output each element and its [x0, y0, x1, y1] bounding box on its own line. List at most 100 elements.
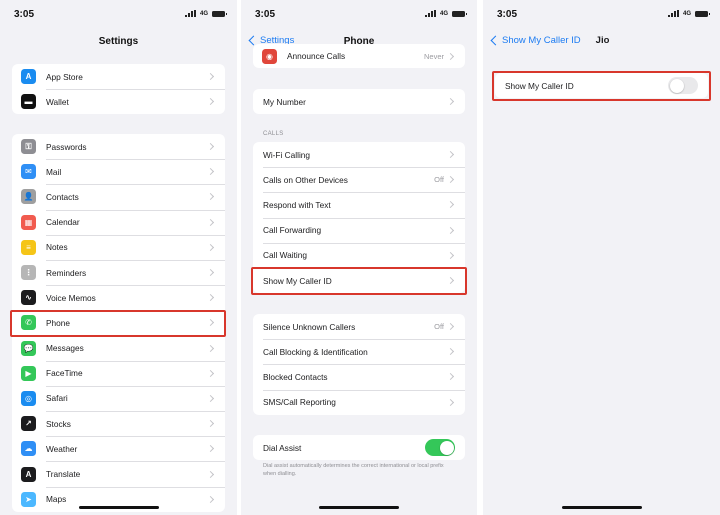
status-time: 3:05: [14, 9, 35, 20]
row-label: Mail: [46, 166, 62, 177]
dial-assist-group: Dial Assist: [253, 435, 465, 461]
chevron-right-icon: [446, 176, 455, 184]
key-icon: ⚿: [21, 139, 36, 155]
row-label: Phone: [46, 317, 70, 328]
settings-row-call-blocking-identification[interactable]: Call Blocking & Identification: [253, 339, 465, 364]
nav-bar: Settings: [0, 28, 237, 54]
dial-assist-toggle[interactable]: [425, 439, 455, 457]
chevron-right-icon: [206, 495, 215, 503]
settings-row-weather[interactable]: ☁ Weather: [12, 436, 225, 461]
calls-section-header: CALLS: [263, 131, 284, 137]
chevron-right-icon: [446, 201, 455, 209]
caller-id-toggle[interactable]: [668, 77, 698, 95]
chevron-right-icon: [206, 98, 215, 106]
settings-row-silence-unknown-callers[interactable]: Silence Unknown Callers Off: [253, 314, 465, 339]
chevron-right-icon: [446, 323, 455, 331]
announce-calls-icon: ◉: [262, 48, 277, 64]
row-label: Call Waiting: [263, 250, 307, 261]
row-label: Announce Calls: [287, 51, 346, 61]
settings-row-notes[interactable]: ≡ Notes: [12, 234, 225, 260]
translate-icon: A: [21, 466, 36, 482]
chevron-right-icon: [446, 251, 455, 259]
row-label: My Number: [263, 96, 306, 107]
settings-row-voice-memos[interactable]: ∿ Voice Memos: [12, 285, 225, 310]
status-time: 3:05: [255, 9, 276, 20]
dial-assist-row: Dial Assist: [253, 435, 465, 460]
phone-settings-screen: 3:05 4G Settings Phone ◉ Announce Calls …: [241, 0, 477, 515]
messages-icon: 💬: [21, 340, 36, 356]
chevron-right-icon: [206, 344, 215, 352]
chevron-right-icon: [206, 319, 215, 327]
row-value: Off: [434, 322, 444, 332]
chevron-right-icon: [206, 168, 215, 176]
chevron-right-icon: [206, 470, 215, 478]
chevron-right-icon: [206, 294, 215, 302]
calendar-icon: ▦: [21, 214, 36, 230]
settings-row-calendar[interactable]: ▦ Calendar: [12, 209, 225, 235]
settings-row-wi-fi-calling[interactable]: Wi-Fi Calling: [253, 142, 465, 167]
settings-row-calls-on-other-devices[interactable]: Calls on Other Devices Off: [253, 167, 465, 192]
chevron-right-icon: [446, 98, 455, 106]
row-label: Messages: [46, 343, 84, 354]
chevron-right-icon: [446, 348, 455, 356]
settings-row-app-store[interactable]: A App Store: [12, 64, 225, 89]
settings-row-contacts[interactable]: 👤 Contacts: [12, 184, 225, 209]
app-store-icon: A: [21, 69, 36, 85]
reminders-icon: ⋮: [21, 265, 36, 281]
chevron-right-icon: [206, 445, 215, 453]
row-label: Show My Caller ID: [505, 80, 574, 91]
settings-row-phone[interactable]: ✆ Phone: [12, 310, 225, 335]
voice-memos-icon: ∿: [21, 290, 36, 306]
settings-row-messages[interactable]: 💬 Messages: [12, 335, 225, 361]
back-button[interactable]: Show My Caller ID Jio: [489, 35, 609, 46]
settings-row-show-my-caller-id[interactable]: Show My Caller ID: [253, 267, 465, 293]
row-label: Blocked Contacts: [263, 371, 328, 382]
settings-row-blocked-contacts[interactable]: Blocked Contacts: [253, 364, 465, 389]
blocking-group: Silence Unknown Callers Off Call Blocking …: [253, 314, 465, 415]
row-label: Safari: [46, 393, 68, 404]
settings-row-sms-call-reporting[interactable]: SMS/Call Reporting: [253, 389, 465, 415]
row-label: Translate: [46, 469, 81, 480]
settings-row-reminders[interactable]: ⋮ Reminders: [12, 259, 225, 285]
settings-row-respond-with-text[interactable]: Respond with Text: [253, 192, 465, 217]
settings-row-stocks[interactable]: ↗ Stocks: [12, 411, 225, 436]
row-label: Contacts: [46, 191, 79, 202]
settings-row-translate[interactable]: A Translate: [12, 461, 225, 486]
nav-bar: Show My Caller ID Jio: [483, 28, 720, 54]
chevron-right-icon: [446, 276, 455, 285]
chevron-left-icon: [490, 35, 501, 46]
battery-icon: [452, 10, 467, 17]
my-number-row[interactable]: My Number: [253, 89, 465, 114]
row-label: Show My Caller ID: [263, 275, 332, 286]
chevron-right-icon: [206, 243, 215, 251]
row-value: Off: [434, 175, 444, 185]
signal-icon: [424, 10, 436, 17]
carrier-title: Jio: [595, 35, 610, 46]
row-label: Call Blocking & Identification: [263, 346, 368, 357]
announce-calls-row[interactable]: ◉ Announce Calls Never: [253, 44, 465, 68]
settings-row-call-forwarding[interactable]: Call Forwarding: [253, 217, 465, 243]
row-label: Reminders: [46, 267, 87, 278]
settings-group-apps: ⚿ Passwords ✉ Mail 👤 Contacts ▦ Calendar ≡ Notes ⋮…: [12, 134, 225, 512]
chevron-right-icon: [206, 268, 215, 277]
row-label: Respond with Text: [263, 199, 331, 210]
home-indicator: [561, 506, 642, 509]
settings-row-facetime[interactable]: ▶ FaceTime: [12, 360, 225, 386]
chevron-right-icon: [206, 193, 215, 201]
settings-row-mail[interactable]: ✉ Mail: [12, 159, 225, 184]
chevron-right-icon: [446, 398, 455, 406]
row-value: Never: [423, 51, 444, 61]
settings-row-call-waiting[interactable]: Call Waiting: [253, 242, 465, 268]
stocks-icon: ↗: [21, 416, 36, 432]
settings-row-wallet[interactable]: ▬ Wallet: [12, 89, 225, 114]
settings-row-safari[interactable]: ◎ Safari: [12, 385, 225, 411]
weather-icon: ☁: [21, 441, 36, 457]
row-label: Calls on Other Devices: [263, 174, 348, 185]
phone-icon: ✆: [21, 315, 36, 331]
toggle-knob: [439, 440, 454, 455]
back-button-label: Show My Caller ID: [502, 35, 581, 46]
settings-row-passwords[interactable]: ⚿ Passwords: [12, 134, 225, 159]
caller-id-row: Show My Caller ID: [495, 73, 708, 98]
contacts-icon: 👤: [21, 189, 36, 205]
row-label: Passwords: [46, 141, 87, 152]
